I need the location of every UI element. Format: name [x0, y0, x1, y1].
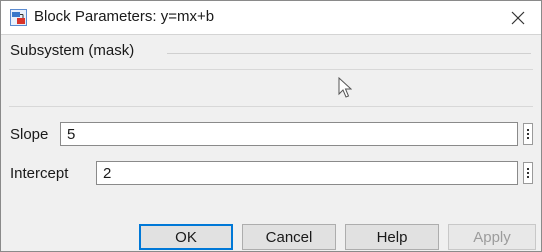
- group-divider: [167, 53, 531, 54]
- intercept-label: Intercept: [10, 165, 69, 182]
- title-bar[interactable]: Block Parameters: y=mx+b: [1, 1, 541, 35]
- slope-options-button[interactable]: [523, 123, 533, 145]
- cancel-button[interactable]: Cancel: [242, 224, 336, 250]
- parameter-row-intercept: Intercept: [1, 161, 541, 187]
- slope-input[interactable]: [60, 122, 518, 146]
- apply-button[interactable]: Apply: [448, 224, 536, 250]
- ok-button[interactable]: OK: [139, 224, 233, 250]
- close-icon: [511, 11, 525, 25]
- window-title: Block Parameters: y=mx+b: [34, 8, 215, 25]
- slope-label: Slope: [10, 126, 49, 143]
- simulink-block-icon: [10, 9, 27, 26]
- block-parameters-dialog: Block Parameters: y=mx+b Subsystem (mask…: [0, 0, 542, 252]
- intercept-options-button[interactable]: [523, 162, 533, 184]
- parameter-row-slope: Slope: [1, 122, 541, 148]
- group-label: Subsystem (mask): [10, 42, 135, 59]
- help-button[interactable]: Help: [345, 224, 439, 250]
- description-panel: [9, 69, 533, 107]
- close-button[interactable]: [495, 1, 541, 34]
- intercept-input[interactable]: [96, 161, 518, 185]
- mouse-pointer-icon: [338, 76, 353, 99]
